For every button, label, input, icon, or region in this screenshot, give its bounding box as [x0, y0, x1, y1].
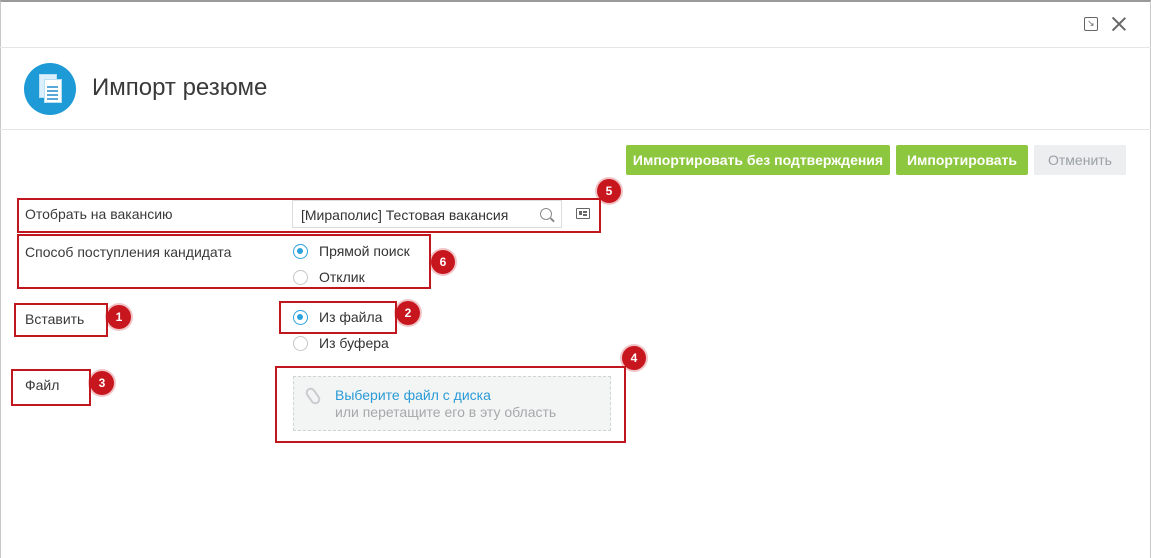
annotation-badge-1: 1: [107, 305, 131, 329]
close-icon[interactable]: [1111, 16, 1127, 32]
annotation-box-3: [11, 369, 91, 406]
header-divider-top: [0, 47, 1151, 48]
annotation-box-1: [14, 303, 108, 337]
page-title: Импорт резюме: [92, 74, 268, 101]
cancel-button[interactable]: Отменить: [1034, 145, 1126, 175]
annotation-box-4: [275, 366, 626, 443]
radio-from-clipboard[interactable]: [293, 336, 308, 351]
annotation-badge-4: 4: [622, 346, 646, 370]
header-divider-bottom: [0, 129, 1151, 130]
annotation-box-2: [279, 301, 397, 334]
import-button[interactable]: Импортировать: [896, 145, 1028, 175]
annotation-box-6: [17, 234, 431, 289]
radio-from-clipboard-label: Из буфера: [319, 335, 389, 351]
restore-icon[interactable]: ↘: [1084, 17, 1098, 31]
import-without-confirmation-button[interactable]: Импортировать без подтверждения: [626, 145, 890, 175]
annotation-badge-3: 3: [90, 371, 114, 395]
annotation-badge-5: 5: [597, 179, 621, 203]
annotation-badge-2: 2: [396, 301, 420, 325]
annotation-badge-6: 6: [431, 250, 455, 274]
annotation-box-5: [17, 198, 601, 233]
documents-icon: [24, 63, 76, 115]
